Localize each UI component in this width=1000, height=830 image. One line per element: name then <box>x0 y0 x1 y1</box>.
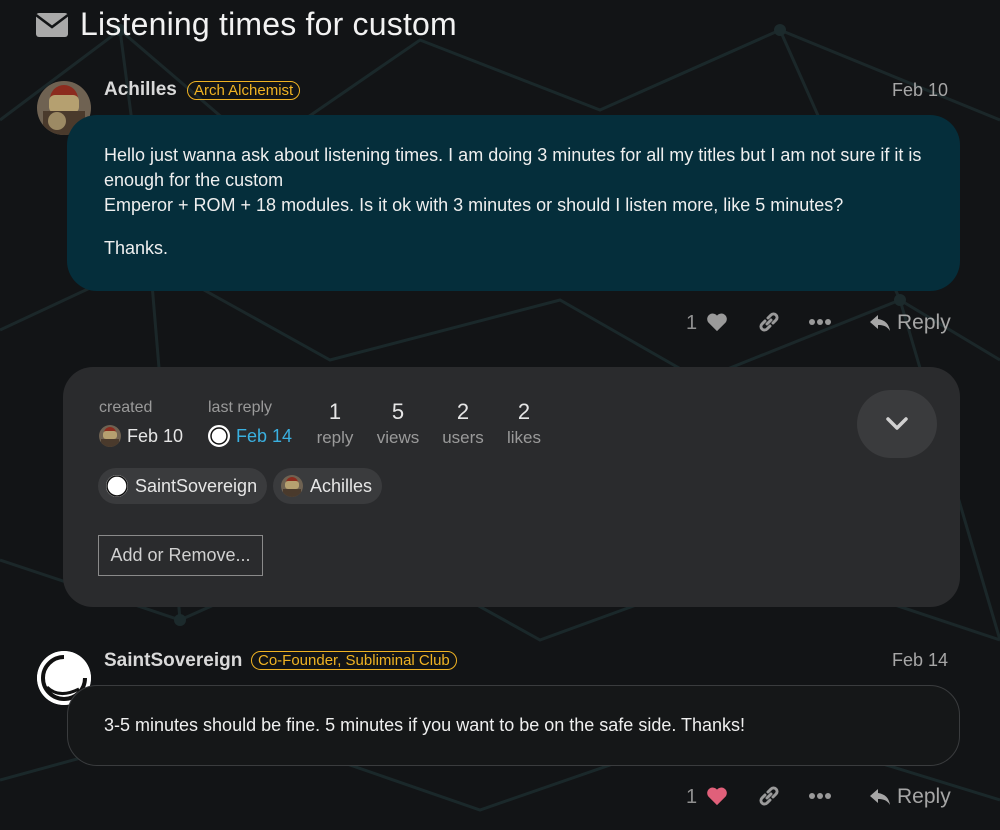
post-username[interactable]: Achilles <box>104 79 177 101</box>
stat-views-label: views <box>376 428 420 447</box>
reply-label: Reply <box>897 785 951 808</box>
topic-title[interactable]: Listening times for custom <box>80 6 457 43</box>
stat-replies-value: 1 <box>328 399 342 424</box>
reply-arrow-icon <box>870 315 890 331</box>
chevron-down-icon <box>886 417 908 430</box>
like-count[interactable]: 1 <box>686 312 697 335</box>
avatar-achilles <box>99 425 121 447</box>
heart-icon[interactable] <box>706 312 728 332</box>
reply-button[interactable]: Reply <box>869 311 951 335</box>
post-date[interactable]: Feb 14 <box>892 650 948 671</box>
heart-icon-liked[interactable] <box>706 786 728 806</box>
stat-views-value: 5 <box>391 399 405 424</box>
participant-achilles[interactable]: Achilles <box>273 468 383 504</box>
created-label: created <box>99 399 153 416</box>
link-icon[interactable] <box>757 784 781 808</box>
reply-button[interactable]: Reply <box>869 785 951 809</box>
topic-header: Listening times for custom <box>36 6 457 43</box>
post-paragraph: 3-5 minutes should be fine. 5 minutes if… <box>104 715 746 735</box>
avatar-achilles <box>281 475 303 497</box>
stat-replies-label: reply <box>316 428 354 447</box>
user-badge[interactable]: Co-Founder, Subliminal Club <box>251 651 457 670</box>
post-paragraph: Emperor + ROM + 18 modules. Is it ok wit… <box>104 195 844 215</box>
more-options-icon[interactable] <box>809 792 831 800</box>
created-date[interactable]: Feb 10 <box>99 425 183 447</box>
last-reply-date[interactable]: Feb 14 <box>208 425 292 447</box>
post-date[interactable]: Feb 10 <box>892 80 948 101</box>
last-reply-label: last reply <box>208 399 273 416</box>
like-count[interactable]: 1 <box>686 786 697 809</box>
stat-users-label: users <box>442 428 484 447</box>
link-icon[interactable] <box>757 310 781 334</box>
post-paragraph: Thanks. <box>104 238 169 258</box>
reply-arrow-icon <box>870 789 890 805</box>
user-badge[interactable]: Arch Alchemist <box>187 81 301 100</box>
avatar-saintsovereign <box>106 475 128 497</box>
envelope-icon <box>36 12 68 37</box>
stat-likes-label: likes <box>506 428 541 447</box>
stat-likes-value: 2 <box>517 399 531 424</box>
avatar-saintsovereign <box>208 425 230 447</box>
reply-label: Reply <box>897 311 951 334</box>
more-options-icon[interactable] <box>809 318 831 326</box>
post-body: 3-5 minutes should be fine. 5 minutes if… <box>104 713 934 738</box>
post-paragraph: Hello just wanna ask about listening tim… <box>104 145 922 190</box>
post-username[interactable]: SaintSovereign <box>104 650 242 672</box>
expand-topic-map-button[interactable] <box>857 390 937 458</box>
stat-users-value: 2 <box>456 399 470 424</box>
participant-saintsovereign[interactable]: SaintSovereign <box>98 468 268 504</box>
post-body: Hello just wanna ask about listening tim… <box>104 143 934 261</box>
add-or-remove-button[interactable]: Add or Remove... <box>98 535 263 576</box>
